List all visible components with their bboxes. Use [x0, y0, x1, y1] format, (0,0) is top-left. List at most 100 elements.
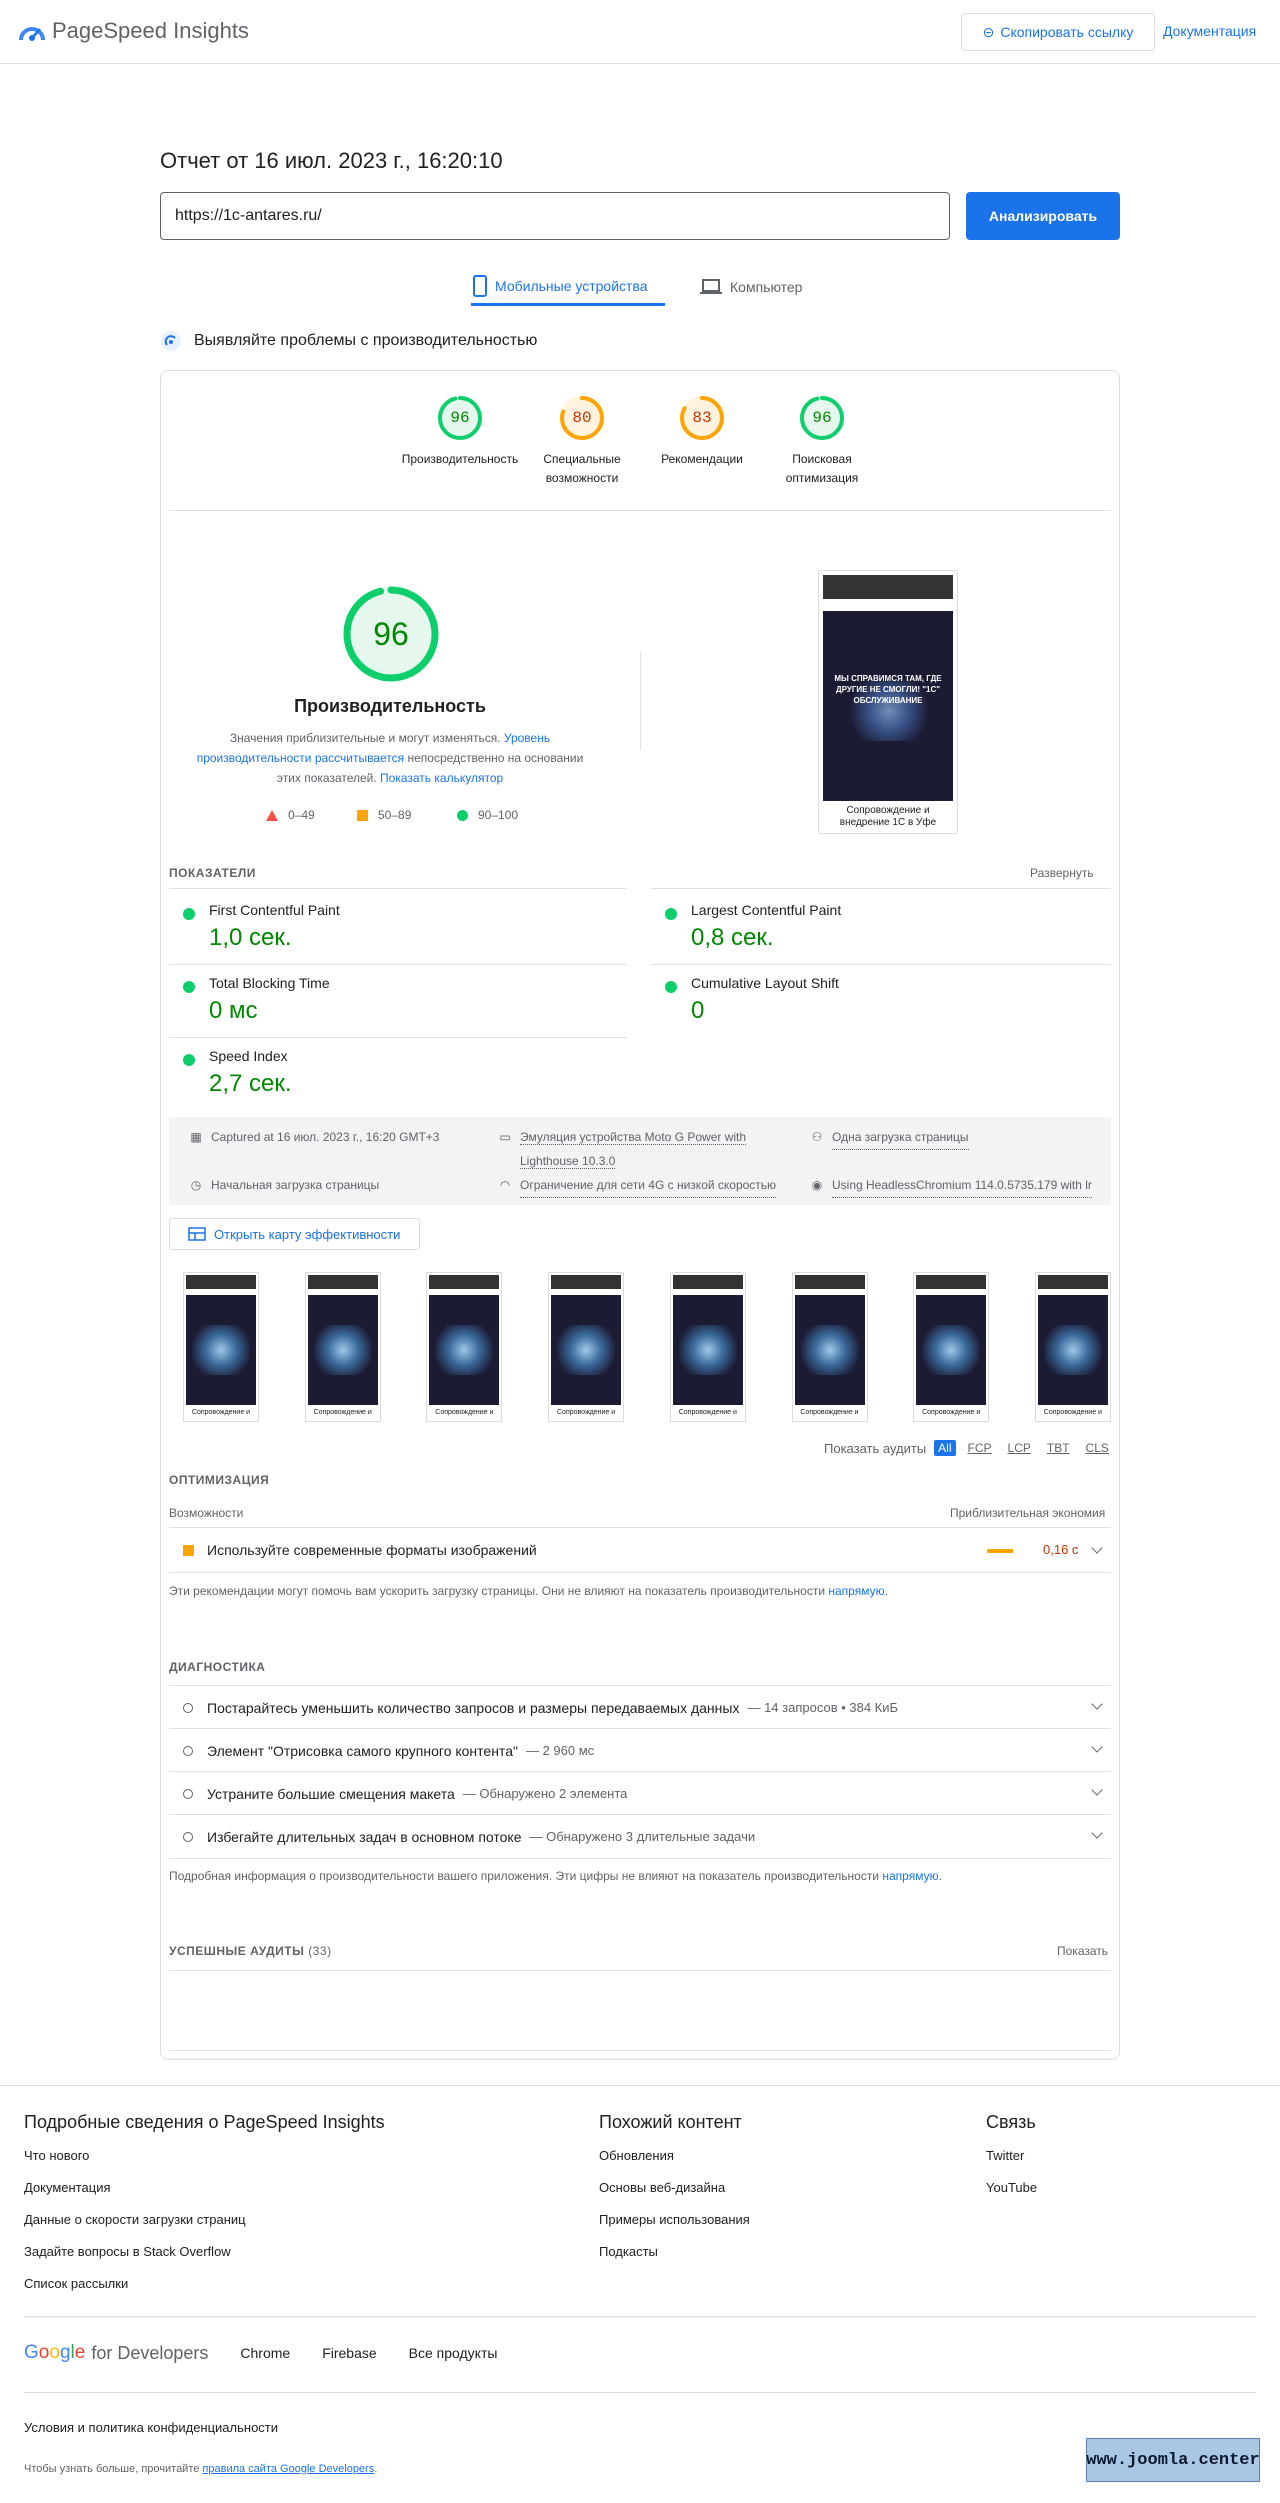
footer-link[interactable]: Данные о скорости загрузки страниц [24, 2212, 246, 2227]
footer-col1-title: Подробные сведения о PageSpeed Insights [24, 2112, 385, 2132]
frame-hero-glow [435, 1325, 494, 1375]
gauge-label: Поисковая оптимизация [762, 450, 882, 488]
footer-link[interactable]: Twitter [986, 2148, 1024, 2163]
category-gauge[interactable]: 96 Поисковая оптимизация [762, 394, 882, 488]
info-emulation-text[interactable]: Эмуляция устройства Moto G Power with Li… [520, 1125, 747, 1173]
metrics-line [169, 888, 627, 889]
legend-fail-range: 0–49 [288, 808, 315, 822]
docs-link[interactable]: Документация [1163, 23, 1256, 39]
pass-circle-icon [183, 1054, 195, 1066]
pass-circle-icon [183, 908, 195, 920]
tab-desktop[interactable]: Компьютер [700, 268, 802, 306]
filter-cls[interactable]: CLS [1082, 1440, 1113, 1456]
footer-link[interactable]: Подкасты [599, 2244, 658, 2259]
footer-link[interactable]: Основы веб-дизайна [599, 2180, 725, 2195]
audit-filter: Показать аудиты All FCP LCP TBT CLS [824, 1440, 1113, 1456]
frame-caption: Сопровождение и [800, 1409, 859, 1416]
diagnostic-row[interactable]: Постарайтесь уменьшить количество запрос… [169, 1686, 1111, 1729]
info-emulation: ▭ Эмуляция устройства Moto G Power with … [498, 1125, 778, 1173]
footer-link[interactable]: Список рассылки [24, 2276, 128, 2291]
footer-link[interactable]: Обновления [599, 2148, 674, 2163]
url-input[interactable] [160, 192, 950, 240]
gauge-label-line2: оптимизация [785, 471, 859, 485]
brand-firebase-link[interactable]: Firebase [322, 2345, 376, 2361]
opportunity-savings: 0,16 с [1043, 1542, 1079, 1557]
gauge-label: Производительность [400, 450, 520, 469]
gauge-label-line1: Рекомендации [661, 452, 743, 466]
frame-hero-glow [678, 1325, 737, 1375]
diagnostic-row[interactable]: Устраните большие смещения макета — Обнар… [169, 1772, 1111, 1815]
chevron-down-icon[interactable] [1091, 1784, 1103, 1796]
analyze-button[interactable]: Анализировать [966, 192, 1120, 240]
frame-topbar [672, 1275, 743, 1289]
filter-tbt[interactable]: TBT [1043, 1440, 1074, 1456]
calculator-link[interactable]: Показать калькулятор [380, 771, 503, 785]
info-initial-load: ◷ Начальная загрузка страницы [189, 1173, 379, 1197]
footer-link[interactable]: YouTube [986, 2180, 1037, 2195]
pass-circle-icon [183, 981, 195, 993]
opportunities-note-link[interactable]: напрямую [828, 1584, 884, 1598]
brand-chrome-link[interactable]: Chrome [240, 2345, 290, 2361]
footer-link[interactable]: Примеры использования [599, 2212, 750, 2227]
metric-si-value: 2,7 сек. [209, 1070, 292, 1097]
category-gauge[interactable]: 80 Специальные возможности [522, 394, 642, 488]
expand-metrics-button[interactable]: Развернуть [1030, 866, 1094, 880]
passed-line [169, 2050, 1111, 2051]
info-emulation-line1: Эмуляция устройства Moto G Power with [520, 1130, 747, 1145]
google-developers-logo[interactable]: Google for Developers [24, 2342, 208, 2364]
diagnostic-row[interactable]: Элемент "Отрисовка самого крупного конте… [169, 1729, 1111, 1772]
terms-link[interactable]: Условия и политика конфиденциальности [24, 2420, 278, 2435]
chevron-down-icon[interactable] [1091, 1827, 1103, 1839]
link-icon: ⊝ [982, 23, 995, 40]
gauge-score: 96 [450, 409, 470, 427]
info-browser-text[interactable]: Using HeadlessChromium 114.0.5735.179 wi… [832, 1173, 1092, 1198]
metric-cls-value: 0 [691, 997, 705, 1024]
frame-hero-glow [1043, 1325, 1102, 1375]
pass-circle-icon [665, 908, 677, 920]
tab-mobile[interactable]: Мобильные устройства [471, 268, 665, 306]
treemap-icon [188, 1227, 206, 1241]
info-network-text[interactable]: Ограничение для сети 4G с низкой скорост… [520, 1173, 777, 1198]
pass-circle-icon [665, 981, 677, 993]
frame-hero [307, 1295, 378, 1405]
final-screenshot[interactable]: МЫ СПРАВИМСЯ ТАМ, ГДЕ ДРУГИЕ НЕ СМОГЛИ! … [818, 570, 958, 834]
google-wordmark: Google [24, 2342, 86, 2363]
app-title[interactable]: PageSpeed Insights [52, 18, 249, 44]
category-gauge[interactable]: 83 Рекомендации [642, 394, 762, 469]
footer-divider [24, 2392, 1256, 2393]
filter-fcp[interactable]: FCP [964, 1440, 996, 1456]
diagnostics-note-link[interactable]: напрямую [882, 1869, 938, 1883]
footer-link[interactable]: Что нового [24, 2148, 89, 2163]
opportunities-note-end: . [884, 1584, 888, 1598]
filter-all[interactable]: All [934, 1440, 956, 1456]
chevron-down-icon[interactable] [1091, 1542, 1103, 1554]
filmstrip-frame: Сопровождение и [669, 1272, 746, 1422]
diagnostic-row[interactable]: Избегайте длительных задач в основном по… [169, 1815, 1111, 1858]
info-single-load-text[interactable]: Одна загрузка страницы [832, 1125, 969, 1150]
frame-hero-glow [313, 1325, 372, 1375]
diagnostic-detail: — 14 запросов • 384 КиБ [747, 1700, 899, 1715]
tab-desktop-label: Компьютер [730, 279, 803, 295]
developers-policy-link[interactable]: правила сайта Google Developers [202, 2463, 374, 2475]
footer-link[interactable]: Документация [24, 2180, 111, 2195]
chevron-down-icon[interactable] [1091, 1741, 1103, 1753]
copy-link-button[interactable]: ⊝ Скопировать ссылку [961, 13, 1155, 51]
chevron-down-icon[interactable] [1091, 1698, 1103, 1710]
watermark-badge: www.joomla.center [1086, 2438, 1260, 2482]
filter-lcp[interactable]: LCP [1004, 1440, 1035, 1456]
footer-link[interactable]: Задайте вопросы в Stack Overflow [24, 2244, 231, 2259]
gauge-label-line1: Производительность [401, 452, 519, 466]
devices-icon: ▭ [499, 1130, 511, 1144]
report-title: Отчет от 16 июл. 2023 г., 16:20:10 [160, 148, 503, 173]
diagnostic-text: Устраните большие смещения макета [207, 1785, 455, 1802]
brand-all-products-link[interactable]: Все продукты [409, 2345, 498, 2361]
opportunity-line [169, 1572, 1111, 1573]
passed-show-button[interactable]: Показать [1057, 1944, 1108, 1958]
diagnostics-title: ДИАГНОСТИКА [169, 1660, 266, 1674]
opportunity-row[interactable]: Используйте современные форматы изображе… [169, 1532, 1111, 1572]
category-gauge[interactable]: 96 Производительность [400, 394, 520, 469]
filmstrip-frame: Сопровождение и [183, 1272, 259, 1422]
info-circle-icon [183, 1831, 193, 1842]
gauge-ring: 96 [798, 394, 846, 442]
treemap-button[interactable]: Открыть карту эффективности [169, 1218, 420, 1250]
